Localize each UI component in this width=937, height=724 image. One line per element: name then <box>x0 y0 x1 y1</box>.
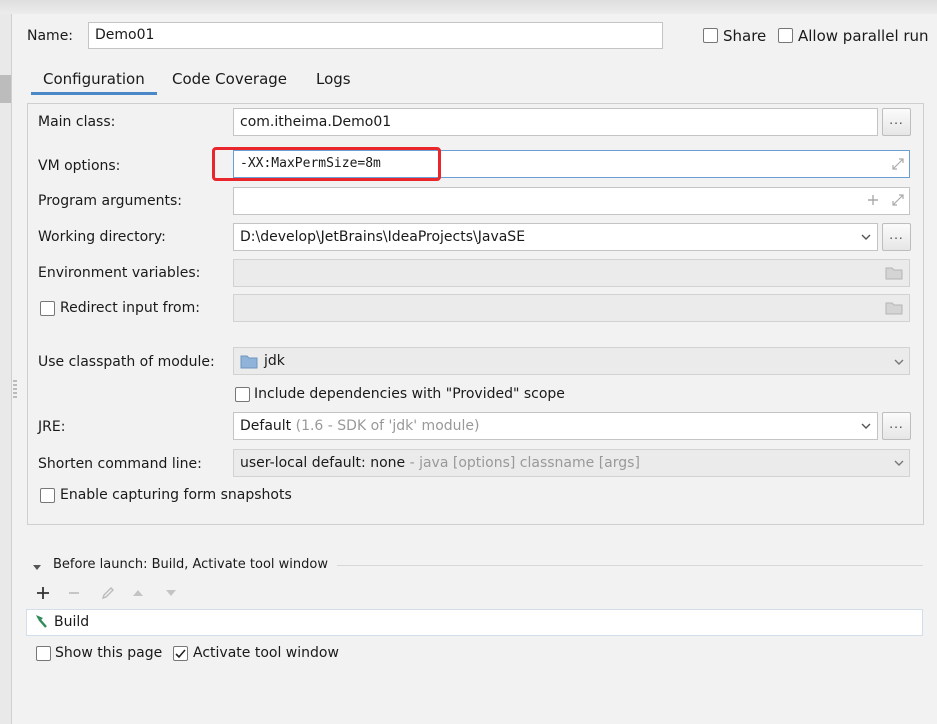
remove-icon[interactable] <box>67 586 81 600</box>
expand-icon[interactable] <box>890 192 906 208</box>
share-checkbox[interactable] <box>703 28 718 43</box>
shorten-command-line-value: user-local default: none <box>240 455 406 471</box>
tab-configuration[interactable]: Configuration <box>31 67 157 95</box>
name-label: Name: <box>27 28 74 44</box>
vm-options-highlight-box <box>212 147 441 181</box>
expand-icon[interactable] <box>890 156 906 172</box>
include-dependencies-checkbox[interactable] <box>235 387 250 402</box>
vm-options-label: VM options: <box>38 158 121 174</box>
main-class-label: Main class: <box>38 114 116 130</box>
redirect-input-field[interactable] <box>233 294 910 322</box>
activate-tool-window-checkbox[interactable] <box>173 646 188 661</box>
allow-parallel-run-label: Allow parallel run <box>798 27 929 45</box>
add-icon[interactable] <box>866 193 880 207</box>
main-class-browse-button[interactable]: ... <box>882 108 911 136</box>
jre-value: Default <box>240 418 292 434</box>
move-down-icon[interactable] <box>164 587 178 599</box>
chevron-down-icon[interactable] <box>892 456 906 470</box>
form-snapshots-checkbox[interactable] <box>40 488 55 503</box>
classpath-module-label: Use classpath of module: <box>38 354 215 370</box>
program-arguments-input[interactable] <box>233 187 910 215</box>
show-this-page-label: Show this page <box>55 645 163 661</box>
folder-icon[interactable] <box>885 265 903 281</box>
name-input[interactable]: Demo01 <box>88 22 663 49</box>
classpath-module-select[interactable]: jdk <box>233 347 910 375</box>
left-panel-edge <box>0 14 12 724</box>
edit-pencil-icon[interactable] <box>100 585 116 601</box>
jre-browse-button[interactable]: ... <box>882 412 911 440</box>
environment-variables-label: Environment variables: <box>38 265 201 281</box>
folder-icon[interactable] <box>885 300 903 316</box>
environment-variables-input[interactable] <box>233 259 910 287</box>
chevron-down-icon[interactable] <box>892 355 906 369</box>
allow-parallel-run-checkbox[interactable] <box>778 28 793 43</box>
window-top-strip <box>0 0 937 14</box>
tab-code-coverage[interactable]: Code Coverage <box>172 67 287 95</box>
jre-select[interactable]: Default (1.6 - SDK of 'jdk' module) <box>233 412 878 440</box>
list-item[interactable]: Build <box>27 610 922 635</box>
before-launch-title: Before launch: Build, Activate tool wind… <box>53 557 328 572</box>
working-directory-browse-button[interactable]: ... <box>882 223 911 251</box>
show-this-page-checkbox[interactable] <box>36 646 51 661</box>
shorten-command-line-hint: - java [options] classname [args] <box>409 455 640 471</box>
chevron-down-icon[interactable] <box>859 419 873 433</box>
chevron-down-icon[interactable] <box>859 230 873 244</box>
classpath-module-value: jdk <box>264 353 285 369</box>
add-icon[interactable] <box>36 586 50 600</box>
shorten-command-line-label: Shorten command line: <box>38 456 202 472</box>
redirect-input-checkbox[interactable] <box>40 301 55 316</box>
jre-label: JRE: <box>38 419 66 435</box>
redirect-input-label: Redirect input from: <box>60 300 200 316</box>
form-snapshots-label: Enable capturing form snapshots <box>60 487 292 503</box>
left-panel-scroll-thumb[interactable] <box>0 75 11 103</box>
module-folder-icon <box>240 354 258 369</box>
move-up-icon[interactable] <box>131 587 145 599</box>
share-label: Share <box>723 27 767 45</box>
program-arguments-label: Program arguments: <box>38 193 182 209</box>
working-directory-input[interactable]: D:\develop\JetBrains\IdeaProjects\JavaSE <box>233 223 878 251</box>
hammer-icon <box>32 614 48 630</box>
build-task-label: Build <box>54 614 90 630</box>
before-launch-separator <box>337 565 923 566</box>
jre-hint: (1.6 - SDK of 'jdk' module) <box>295 418 480 434</box>
activate-tool-window-label: Activate tool window <box>193 645 339 661</box>
main-class-input[interactable]: com.itheima.Demo01 <box>233 108 878 136</box>
shorten-command-line-select[interactable]: user-local default: none - java [options… <box>233 449 910 477</box>
tab-logs[interactable]: Logs <box>316 67 351 95</box>
working-directory-label: Working directory: <box>38 229 166 245</box>
splitter-handle[interactable] <box>13 380 17 400</box>
collapse-triangle-icon[interactable] <box>32 560 42 570</box>
include-dependencies-label: Include dependencies with "Provided" sco… <box>254 386 565 402</box>
